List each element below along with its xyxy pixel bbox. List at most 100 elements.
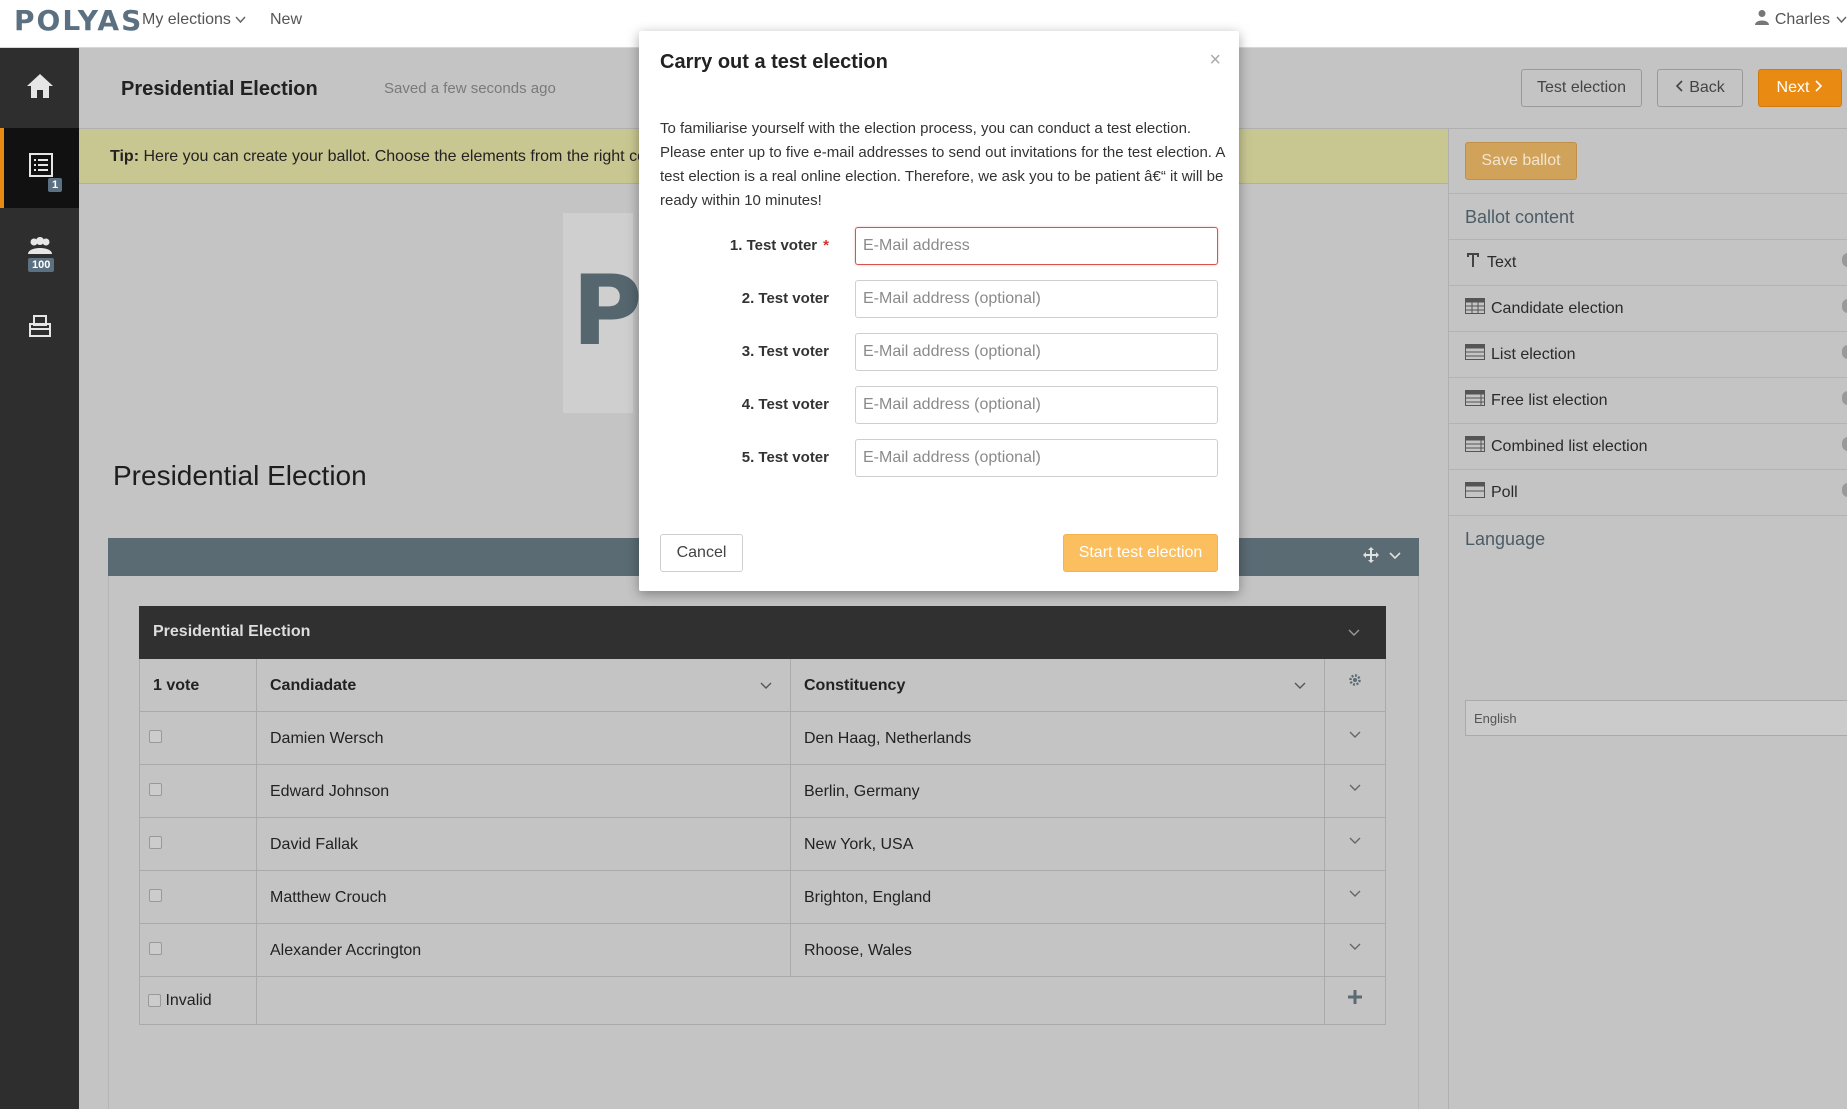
vote-checkbox[interactable] xyxy=(149,836,162,849)
row-chevron-cell[interactable] xyxy=(1325,924,1386,976)
chevron-down-icon[interactable] xyxy=(1349,832,1361,849)
chevron-down-icon[interactable] xyxy=(1348,624,1360,642)
element-list-election[interactable]: List election xyxy=(1449,331,1847,377)
test-voter-email-4[interactable] xyxy=(855,386,1218,424)
drag-handle[interactable] xyxy=(1842,437,1847,451)
chevron-down-icon[interactable] xyxy=(1349,885,1361,902)
constituency-cell[interactable]: Berlin, Germany xyxy=(791,765,1325,817)
voters-count-badge: 100 xyxy=(28,258,55,272)
vote-checkbox[interactable] xyxy=(149,942,162,955)
my-elections-menu[interactable]: My elections xyxy=(142,11,246,29)
constituency-cell[interactable]: New York, USA xyxy=(791,818,1325,870)
next-label: Next xyxy=(1776,79,1810,96)
ballot-heading[interactable]: Presidential Election xyxy=(113,460,367,492)
new-election-link[interactable]: New xyxy=(270,11,302,29)
drag-handle[interactable] xyxy=(1842,299,1847,313)
vote-checkbox-cell xyxy=(140,818,257,870)
test-voter-label-3: 3. Test voter xyxy=(741,343,829,360)
test-voter-row-2: 2. Test voter xyxy=(639,280,1239,318)
right-sidebar: Save ballot Ballot content Text Candidat… xyxy=(1448,129,1847,1109)
constituency-cell[interactable]: Den Haag, Netherlands xyxy=(791,712,1325,764)
invalid-checkbox[interactable] xyxy=(148,994,161,1008)
chevron-down-icon[interactable] xyxy=(1349,779,1361,796)
chevron-down-icon[interactable] xyxy=(1349,726,1361,743)
plus-icon[interactable] xyxy=(1348,990,1362,1008)
chevron-down-icon[interactable] xyxy=(1294,677,1306,695)
back-label: Back xyxy=(1689,79,1725,96)
gear-icon[interactable] xyxy=(1348,674,1362,691)
sidebar-item-ballot-box[interactable] xyxy=(0,288,79,368)
candidate-cell[interactable]: Damien Wersch xyxy=(257,712,791,764)
add-row-cell[interactable] xyxy=(1325,977,1386,1024)
start-test-election-button[interactable]: Start test election xyxy=(1063,534,1218,572)
drag-handle[interactable] xyxy=(1842,483,1847,497)
chevron-down-icon[interactable] xyxy=(760,677,772,695)
polyas-logo[interactable]: POLYAS xyxy=(14,4,143,37)
chevron-down-icon[interactable] xyxy=(1389,547,1401,568)
page-title: Presidential Election xyxy=(121,78,318,100)
element-text[interactable]: Text xyxy=(1449,239,1847,285)
column-header-candidate[interactable]: Candiadate xyxy=(257,659,791,711)
ballot-content-header[interactable]: Ballot content xyxy=(1449,193,1847,239)
constituency-cell[interactable]: Brighton, England xyxy=(791,871,1325,923)
test-election-button[interactable]: Test election xyxy=(1521,69,1642,107)
save-status: Saved a few seconds ago xyxy=(384,80,556,97)
test-voter-email-5[interactable] xyxy=(855,439,1218,477)
element-free-list-election[interactable]: Free list election xyxy=(1449,377,1847,423)
test-voter-email-2[interactable] xyxy=(855,280,1218,318)
drag-handle[interactable] xyxy=(1842,345,1847,359)
close-icon[interactable]: × xyxy=(1209,49,1221,72)
vote-checkbox-cell xyxy=(140,712,257,764)
element-text-label: Text xyxy=(1487,253,1517,271)
ballot-logo-letter: P xyxy=(572,255,643,367)
chevron-down-icon xyxy=(235,11,246,29)
cancel-button[interactable]: Cancel xyxy=(660,534,743,572)
back-button[interactable]: Back xyxy=(1657,69,1743,107)
language-select[interactable]: English xyxy=(1465,700,1847,736)
element-candidate-election[interactable]: Candidate election xyxy=(1449,285,1847,331)
drag-handle[interactable] xyxy=(1842,253,1847,267)
candidate-cell[interactable]: Alexander Accrington xyxy=(257,924,791,976)
left-sidebar: 1 100 xyxy=(0,48,79,1109)
candidate-cell[interactable]: Matthew Crouch xyxy=(257,871,791,923)
user-menu[interactable]: Charles xyxy=(1754,9,1847,30)
drag-handle[interactable] xyxy=(1842,391,1847,405)
test-election-modal: Carry out a test election × To familiari… xyxy=(639,31,1239,591)
next-button[interactable]: Next xyxy=(1758,69,1842,107)
sidebar-item-voters[interactable]: 100 xyxy=(0,208,79,288)
vote-checkbox[interactable] xyxy=(149,730,162,743)
test-voter-label-5: 5. Test voter xyxy=(741,449,829,466)
element-poll[interactable]: Poll xyxy=(1449,469,1847,515)
candidate-cell[interactable]: David Fallak xyxy=(257,818,791,870)
test-voter-email-1[interactable] xyxy=(855,227,1218,265)
invalid-cell[interactable]: Invalid xyxy=(140,977,257,1024)
test-voter-label-4: 4. Test voter xyxy=(741,396,829,413)
row-chevron-cell[interactable] xyxy=(1325,818,1386,870)
tip-text: Here you can create your ballot. Choose … xyxy=(143,148,681,165)
test-voter-email-3[interactable] xyxy=(855,333,1218,371)
column-header-constituency-label: Constituency xyxy=(804,677,906,694)
element-combined-list-election[interactable]: Combined list election xyxy=(1449,423,1847,469)
chevron-down-icon[interactable] xyxy=(1349,938,1361,955)
vote-checkbox-cell xyxy=(140,871,257,923)
element-free-list-election-label: Free list election xyxy=(1491,391,1608,409)
poll-icon xyxy=(1465,482,1485,503)
sidebar-item-home[interactable] xyxy=(0,48,79,128)
move-icon[interactable] xyxy=(1363,547,1379,568)
save-ballot-button[interactable]: Save ballot xyxy=(1465,142,1577,180)
constituency-cell[interactable]: Rhoose, Wales xyxy=(791,924,1325,976)
candidate-cell[interactable]: Edward Johnson xyxy=(257,765,791,817)
language-header[interactable]: Language xyxy=(1449,515,1847,561)
table-settings-cell[interactable] xyxy=(1325,659,1386,711)
row-chevron-cell[interactable] xyxy=(1325,871,1386,923)
vote-checkbox[interactable] xyxy=(149,783,162,796)
row-chevron-cell[interactable] xyxy=(1325,712,1386,764)
column-header-constituency[interactable]: Constituency xyxy=(791,659,1325,711)
element-combined-list-election-label: Combined list election xyxy=(1491,437,1648,455)
row-chevron-cell[interactable] xyxy=(1325,765,1386,817)
ballot-count-badge: 1 xyxy=(48,178,63,192)
vote-checkbox[interactable] xyxy=(149,889,162,902)
tip-prefix: Tip: xyxy=(110,148,140,165)
sidebar-item-ballot[interactable]: 1 xyxy=(0,128,79,208)
chevron-left-icon xyxy=(1675,79,1683,97)
